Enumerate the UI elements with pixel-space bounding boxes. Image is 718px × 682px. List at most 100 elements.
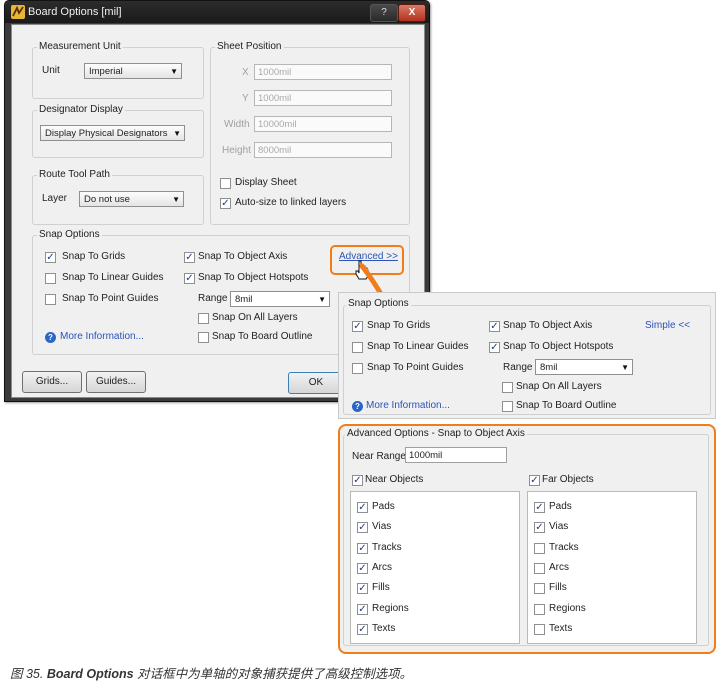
exp-snap-axis-label: Snap To Object Axis: [503, 320, 593, 331]
grids-button[interactable]: Grids...: [22, 371, 82, 393]
exp-snap-hotspots-label: Snap To Object Hotspots: [503, 341, 614, 352]
snap-grids-label: Snap To Grids: [62, 251, 126, 262]
unit-label: Unit: [42, 65, 60, 76]
snap-hotspots-label: Snap To Object Hotspots: [198, 272, 309, 283]
sheet-x-field[interactable]: 1000mil: [254, 64, 392, 80]
designator-display-label: Designator Display: [37, 104, 125, 115]
title-bar[interactable]: Board Options [mil] ? X: [5, 1, 429, 23]
exp-snap-grids-checkbox[interactable]: ✓: [352, 321, 363, 332]
near-object-item-checkbox[interactable]: ✓: [357, 522, 368, 534]
exp-snap-point-checkbox[interactable]: [352, 363, 363, 374]
far-objects-list[interactable]: ✓ Pads ✓ Vias Tracks Arcs Fills Regions Texts: [527, 491, 697, 644]
help-button[interactable]: ?: [370, 4, 398, 22]
caption-bold: Board Options: [46, 667, 134, 681]
near-objects-label: Near Objects: [365, 474, 424, 485]
layer-select[interactable]: Do not use ▼: [79, 191, 184, 207]
expanded-snap-label: Snap Options: [346, 298, 411, 309]
autosize-checkbox[interactable]: ✓: [220, 198, 231, 209]
exp-snap-linear-label: Snap To Linear Guides: [367, 341, 469, 352]
near-object-item-label: Fills: [372, 582, 390, 594]
designator-select-value: Display Physical Designators: [45, 128, 168, 139]
info-icon: ?: [45, 332, 56, 343]
sheet-height-field[interactable]: 8000mil: [254, 142, 392, 158]
near-object-item-label: Texts: [372, 622, 396, 634]
far-object-item-checkbox[interactable]: [534, 542, 545, 554]
x-label: X: [242, 67, 249, 78]
near-object-item-label: Tracks: [372, 541, 402, 553]
guides-button[interactable]: Guides...: [86, 371, 146, 393]
exp-snap-hotspots-checkbox[interactable]: ✓: [489, 342, 500, 353]
far-objects-checkbox[interactable]: ✓: [529, 475, 540, 486]
exp-snap-axis-checkbox[interactable]: ✓: [489, 321, 500, 332]
app-logo-icon: [11, 5, 25, 19]
snap-board-outline-label: Snap To Board Outline: [212, 331, 313, 342]
exp-snap-linear-checkbox[interactable]: [352, 342, 363, 353]
far-object-item-checkbox[interactable]: ✓: [534, 522, 545, 534]
display-sheet-checkbox[interactable]: [220, 178, 231, 189]
far-object-item-label: Vias: [549, 521, 569, 533]
near-range-label: Near Range: [352, 451, 406, 462]
far-object-item-checkbox[interactable]: ✓: [534, 502, 545, 513]
snap-linear-checkbox[interactable]: [45, 273, 56, 284]
range-select-value: 8mil: [235, 294, 253, 305]
far-object-item-label: Texts: [549, 622, 573, 634]
near-object-item-label: Arcs: [372, 561, 392, 573]
exp-snap-grids-label: Snap To Grids: [367, 320, 431, 331]
chevron-down-icon: ▼: [170, 67, 178, 76]
near-object-item-checkbox[interactable]: ✓: [357, 603, 368, 615]
exp-more-info-link[interactable]: More Information...: [366, 400, 450, 411]
far-object-item-checkbox[interactable]: [534, 583, 545, 595]
dialog-title: Board Options [mil]: [28, 6, 122, 18]
display-sheet-label: Display Sheet: [235, 177, 297, 188]
height-label: Height: [222, 145, 251, 156]
exp-snap-board-outline-checkbox[interactable]: [502, 401, 513, 412]
close-button[interactable]: X: [398, 4, 426, 22]
snap-all-layers-checkbox[interactable]: [198, 313, 209, 324]
near-object-item-checkbox[interactable]: ✓: [357, 542, 368, 554]
snap-options-label: Snap Options: [37, 229, 102, 240]
near-objects-checkbox[interactable]: ✓: [352, 475, 363, 486]
unit-select[interactable]: Imperial ▼: [84, 63, 182, 79]
snap-hotspots-checkbox[interactable]: ✓: [184, 273, 195, 284]
exp-range-label: Range: [503, 362, 533, 373]
far-object-item-checkbox[interactable]: [534, 562, 545, 574]
exp-snap-board-outline-label: Snap To Board Outline: [516, 400, 617, 411]
sheet-y-field[interactable]: 1000mil: [254, 90, 392, 106]
simple-link[interactable]: Simple <<: [645, 320, 690, 331]
snap-point-checkbox[interactable]: [45, 294, 56, 305]
exp-snap-all-layers-label: Snap On All Layers: [516, 381, 602, 392]
snap-board-outline-checkbox[interactable]: [198, 332, 209, 343]
chevron-down-icon: ▼: [173, 129, 181, 138]
ok-button[interactable]: OK: [288, 372, 344, 394]
far-object-item-checkbox[interactable]: [534, 603, 545, 615]
exp-range-select-value: 8mil: [540, 362, 558, 373]
near-object-item-label: Regions: [372, 602, 409, 614]
near-object-item-checkbox[interactable]: ✓: [357, 583, 368, 595]
exp-info-icon: ?: [352, 401, 363, 412]
exp-snap-all-layers-checkbox[interactable]: [502, 382, 513, 393]
far-objects-label: Far Objects: [542, 474, 594, 485]
designator-select[interactable]: Display Physical Designators ▼: [40, 125, 185, 141]
near-object-item-checkbox[interactable]: ✓: [357, 623, 368, 635]
chevron-down-icon: ▼: [621, 363, 629, 372]
caption-suffix: 对话框中为单轴的对象捕获提供了高级控制选项。: [133, 667, 413, 681]
sheet-position-label: Sheet Position: [215, 41, 284, 52]
far-object-item-label: Arcs: [549, 561, 569, 573]
snap-axis-checkbox[interactable]: ✓: [184, 252, 195, 263]
near-object-item-label: Vias: [372, 521, 392, 533]
snap-axis-label: Snap To Object Axis: [198, 251, 288, 262]
measurement-unit-label: Measurement Unit: [37, 41, 123, 52]
near-objects-list[interactable]: ✓ Pads ✓ Vias ✓ Tracks ✓ Arcs ✓ Fills ✓ Regions ✓ Tex…: [350, 491, 520, 644]
near-object-item-checkbox[interactable]: ✓: [357, 502, 368, 513]
far-object-item-label: Fills: [549, 582, 567, 594]
more-info-link[interactable]: More Information...: [60, 331, 144, 342]
far-object-item-checkbox[interactable]: [534, 623, 545, 635]
exp-snap-point-label: Snap To Point Guides: [367, 362, 464, 373]
snap-grids-checkbox[interactable]: ✓: [45, 252, 56, 263]
sheet-width-field[interactable]: 10000mil: [254, 116, 392, 132]
exp-range-select[interactable]: 8mil ▼: [535, 359, 633, 375]
chevron-down-icon: ▼: [172, 195, 180, 204]
near-object-item-checkbox[interactable]: ✓: [357, 562, 368, 574]
near-range-field[interactable]: 1000mil: [405, 447, 507, 463]
range-select[interactable]: 8mil ▼: [230, 291, 330, 307]
